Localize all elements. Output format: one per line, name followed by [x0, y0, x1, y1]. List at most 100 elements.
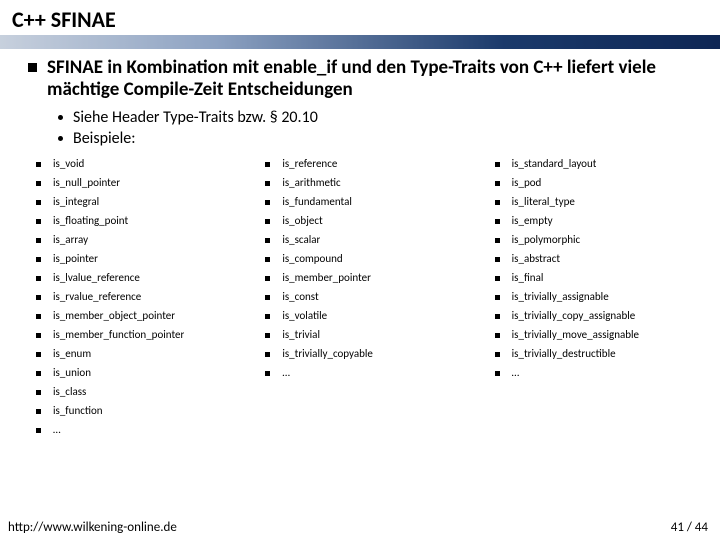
list-item: is_empty [495, 214, 692, 229]
list-item: is_union [36, 366, 233, 381]
tiny-square-bullet-icon [495, 276, 500, 281]
tiny-square-bullet-icon [265, 238, 270, 243]
tiny-square-bullet-icon [495, 333, 500, 338]
list-item: is_floating_point [36, 214, 233, 229]
tiny-square-bullet-icon [495, 162, 500, 167]
traits-column-2: is_referenceis_arithmeticis_fundamentali… [265, 157, 462, 442]
tiny-square-bullet-icon [36, 314, 41, 319]
lead-text: SFINAE in Kombination mit enable_if und … [47, 57, 692, 102]
list-item: is_object [265, 214, 462, 229]
list-item: is_fundamental [265, 195, 462, 210]
list-item-text: is_class [53, 385, 86, 400]
list-item: is_enum [36, 347, 233, 362]
list-item-text: is_trivial [282, 328, 320, 343]
list-item-text: is_member_object_pointer [53, 309, 175, 324]
tiny-square-bullet-icon [495, 295, 500, 300]
tiny-square-bullet-icon [265, 162, 270, 167]
list-item-text: … [53, 423, 61, 438]
tiny-square-bullet-icon [36, 352, 41, 357]
footer: http://www.wilkening-online.de 41 / 44 [8, 520, 708, 535]
list-item: is_trivially_move_assignable [495, 328, 692, 343]
list-item-text: is_function [53, 404, 103, 419]
tiny-square-bullet-icon [36, 200, 41, 205]
list-item: is_lvalue_reference [36, 271, 233, 286]
list-item: is_trivially_assignable [495, 290, 692, 305]
list-item-text: is_object [282, 214, 322, 229]
list-item-text: is_polymorphic [512, 233, 581, 248]
tiny-square-bullet-icon [265, 200, 270, 205]
tiny-square-bullet-icon [265, 333, 270, 338]
list-item: is_integral [36, 195, 233, 210]
list-item: is_trivial [265, 328, 462, 343]
tiny-square-bullet-icon [495, 371, 500, 376]
tiny-square-bullet-icon [265, 276, 270, 281]
list-item: is_pointer [36, 252, 233, 267]
tiny-square-bullet-icon [36, 390, 41, 395]
sub-bullet-row: Beispiele: [58, 129, 692, 149]
list-item: is_void [36, 157, 233, 172]
list-item: is_compound [265, 252, 462, 267]
list-item: is_trivially_copyable [265, 347, 462, 362]
list-item: is_polymorphic [495, 233, 692, 248]
sub-bullet-text: Beispiele: [73, 129, 136, 149]
tiny-square-bullet-icon [265, 352, 270, 357]
tiny-square-bullet-icon [265, 257, 270, 262]
tiny-square-bullet-icon [36, 276, 41, 281]
tiny-square-bullet-icon [36, 333, 41, 338]
sub-bullet-text: Siehe Header Type-Traits bzw. § 20.10 [73, 108, 318, 128]
list-item: is_rvalue_reference [36, 290, 233, 305]
tiny-square-bullet-icon [495, 352, 500, 357]
list-item: is_abstract [495, 252, 692, 267]
list-item-text: is_union [53, 366, 91, 381]
list-item-text: is_pod [512, 176, 542, 191]
list-item-text: is_volatile [282, 309, 327, 324]
list-item: is_trivially_copy_assignable [495, 309, 692, 324]
tiny-square-bullet-icon [265, 295, 270, 300]
tiny-square-bullet-icon [265, 314, 270, 319]
list-item-text: is_lvalue_reference [53, 271, 140, 286]
traits-columns: is_void is_null_pointer is_integral is_floa… [28, 157, 692, 442]
list-item: is_class [36, 385, 233, 400]
list-item-text: is_abstract [512, 252, 560, 267]
list-item-text: is_void [53, 157, 84, 172]
list-item: … [265, 366, 462, 381]
title-bar: C++ SFINAE [0, 0, 720, 35]
tiny-square-bullet-icon [265, 181, 270, 186]
lead-bullet-row: SFINAE in Kombination mit enable_if und … [28, 57, 692, 102]
list-item-text: is_trivially_copyable [282, 347, 373, 362]
tiny-square-bullet-icon [36, 428, 41, 433]
header-gradient-band [0, 35, 720, 49]
list-item: is_const [265, 290, 462, 305]
footer-page-number: 41 / 44 [671, 520, 708, 535]
list-item-text: is_trivially_copy_assignable [512, 309, 636, 324]
list-item-text: is_array [53, 233, 88, 248]
tiny-square-bullet-icon [36, 409, 41, 414]
list-item: is_function [36, 404, 233, 419]
list-item: is_array [36, 233, 233, 248]
list-item: is_standard_layout [495, 157, 692, 172]
list-item-text: … [512, 366, 520, 381]
list-item: is_member_pointer [265, 271, 462, 286]
tiny-square-bullet-icon [36, 162, 41, 167]
list-item-text: is_null_pointer [53, 176, 120, 191]
list-item-text: is_pointer [53, 252, 98, 267]
list-item-text: is_floating_point [53, 214, 128, 229]
traits-column-3: is_standard_layoutis_podis_literal_typei… [495, 157, 692, 442]
tiny-square-bullet-icon [265, 371, 270, 376]
list-item: is_scalar [265, 233, 462, 248]
list-item-text: is_reference [282, 157, 337, 172]
list-item-text: is_integral [53, 195, 99, 210]
tiny-square-bullet-icon [36, 181, 41, 186]
sub-bullet-row: Siehe Header Type-Traits bzw. § 20.10 [58, 108, 692, 128]
list-item-text: is_const [282, 290, 318, 305]
footer-url: http://www.wilkening-online.de [8, 520, 177, 535]
tiny-square-bullet-icon [36, 219, 41, 224]
tiny-square-bullet-icon [36, 238, 41, 243]
content-area: SFINAE in Kombination mit enable_if und … [0, 49, 720, 540]
list-item: is_pod [495, 176, 692, 191]
list-item-text: is_compound [282, 252, 342, 267]
list-item: is_member_object_pointer [36, 309, 233, 324]
tiny-square-bullet-icon [36, 295, 41, 300]
tiny-square-bullet-icon [265, 219, 270, 224]
list-item-text: is_standard_layout [512, 157, 597, 172]
